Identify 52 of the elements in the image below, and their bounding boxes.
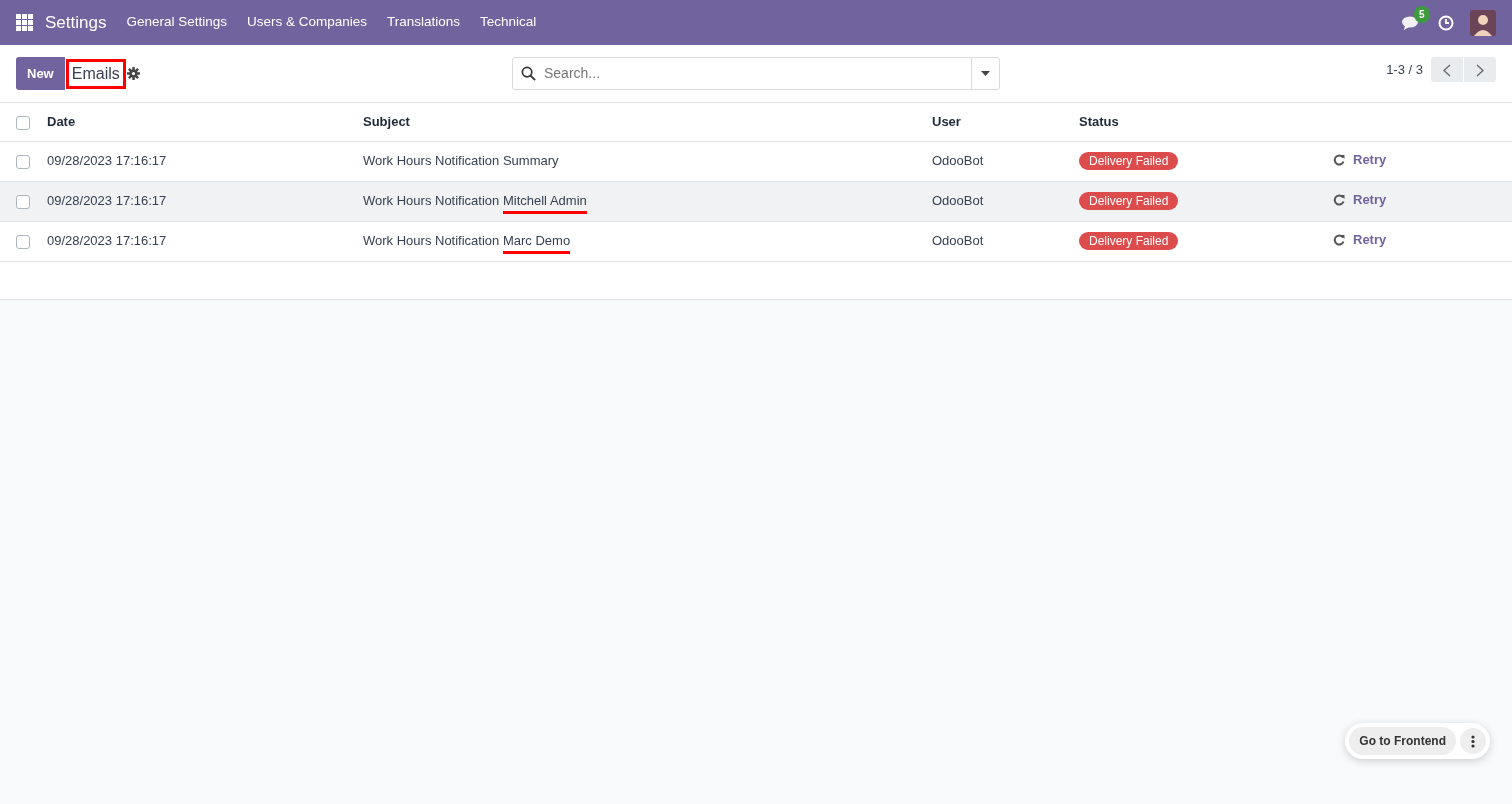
column-header[interactable]: User <box>932 114 961 129</box>
new-button[interactable]: New <box>16 56 65 91</box>
avatar-icon[interactable] <box>1470 9 1496 36</box>
gear-icon[interactable] <box>126 67 140 80</box>
menu-item[interactable]: General Settings <box>116 12 237 33</box>
refresh-icon <box>1333 234 1345 247</box>
go-to-frontend-button[interactable]: Go to Frontend <box>1349 727 1456 755</box>
user-cell: OdooBot <box>932 233 984 249</box>
status-badge: Delivery Failed <box>1079 192 1179 211</box>
apps-grid-icon[interactable] <box>16 14 33 31</box>
subject-name: Summary <box>502 153 559 169</box>
row-checkbox[interactable] <box>16 154 30 169</box>
select-all-checkbox[interactable] <box>16 115 30 130</box>
subject-cell: Work Hours Notification <box>363 233 500 249</box>
user-cell: OdooBot <box>932 193 984 209</box>
subject-name: Marc Demo <box>502 233 571 255</box>
date-cell: 09/28/2023 17:16:17 <box>47 193 167 209</box>
subject-cell: Work Hours Notification <box>363 193 500 209</box>
clock-icon[interactable] <box>1438 14 1454 31</box>
menu-item[interactable]: Users & Companies <box>237 12 378 33</box>
refresh-icon <box>1333 194 1345 207</box>
search-icon <box>521 66 536 81</box>
search-field[interactable]: Search... <box>512 57 1000 90</box>
menu-item[interactable]: Technical <box>470 12 547 33</box>
column-header[interactable]: Subject <box>363 114 410 129</box>
page-title: Emails <box>68 61 123 86</box>
date-cell: 09/28/2023 17:16:17 <box>47 233 167 249</box>
previous-button[interactable] <box>1431 57 1463 82</box>
next-button[interactable] <box>1464 57 1496 82</box>
caret-icon[interactable] <box>981 71 990 76</box>
subject-cell: Work Hours Notification <box>363 153 500 169</box>
vertical-dots-icon <box>1471 734 1475 748</box>
app-name[interactable]: Settings <box>33 9 117 36</box>
refresh-icon <box>1333 154 1345 167</box>
chevron-right-icon <box>1476 63 1484 77</box>
row-checkbox[interactable] <box>16 194 30 209</box>
status-badge: Delivery Failed <box>1079 232 1179 251</box>
status-badge: Delivery Failed <box>1079 152 1179 171</box>
pager-value[interactable]: 1-3 / 3 <box>1386 59 1423 80</box>
retry-button[interactable]: Retry <box>1333 190 1387 210</box>
more-button[interactable] <box>1460 728 1486 754</box>
column-header[interactable]: Date <box>47 114 76 129</box>
chevron-left-icon <box>1443 63 1451 77</box>
retry-button[interactable]: Retry <box>1333 150 1387 170</box>
user-cell: OdooBot <box>932 153 984 169</box>
menu-item[interactable]: Translations <box>377 12 471 33</box>
date-cell: 09/28/2023 17:16:17 <box>47 153 167 169</box>
subject-name: Mitchell Admin <box>502 193 587 215</box>
row-checkbox[interactable] <box>16 234 30 249</box>
retry-button[interactable]: Retry <box>1333 230 1387 250</box>
message-count-badge: 5 <box>1414 5 1430 23</box>
column-header[interactable]: Status <box>1079 114 1119 129</box>
